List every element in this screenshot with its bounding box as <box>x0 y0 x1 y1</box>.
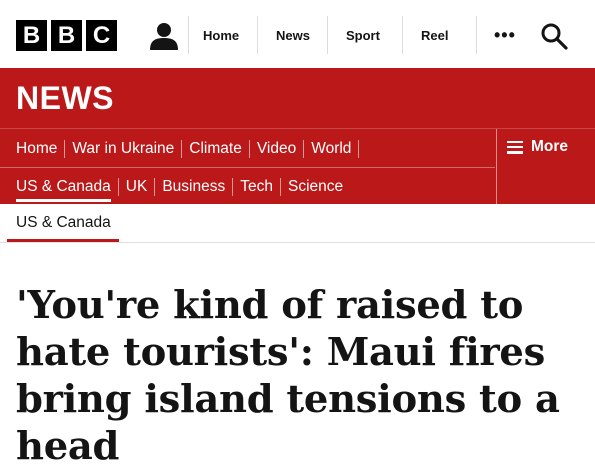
account-icon[interactable] <box>148 22 180 50</box>
nav-separator <box>154 178 156 196</box>
logo-letter: C <box>86 20 117 51</box>
search-icon[interactable] <box>540 22 568 50</box>
more-menu-area: More <box>496 129 595 205</box>
nav-row-secondary: US & Canada UK Business Tech Science <box>16 177 343 202</box>
divider <box>257 16 258 54</box>
divider <box>402 16 403 54</box>
logo-letter: B <box>16 20 47 51</box>
nav-link-climate[interactable]: Climate <box>189 140 242 158</box>
nav-link-video[interactable]: Video <box>257 140 296 158</box>
top-nav-home[interactable]: Home <box>203 28 239 43</box>
nav-link-us-canada[interactable]: US & Canada <box>16 178 111 202</box>
more-menu-button[interactable]: More <box>507 138 568 156</box>
logo-letter: B <box>51 20 82 51</box>
divider <box>188 16 189 54</box>
top-nav-reel[interactable]: Reel <box>421 28 448 43</box>
nav-row-primary: Home War in Ukraine Climate Video World <box>16 139 366 159</box>
nav-link-war-in-ukraine[interactable]: War in Ukraine <box>72 140 174 158</box>
nav-row-divider <box>0 167 495 168</box>
divider <box>327 16 328 54</box>
nav-separator <box>181 140 183 158</box>
nav-link-uk[interactable]: UK <box>126 178 148 196</box>
nav-separator <box>64 140 66 158</box>
section-rule <box>0 242 595 243</box>
top-nav-sport[interactable]: Sport <box>346 28 380 43</box>
bbc-logo[interactable]: B B C <box>16 20 117 51</box>
article-headline: 'You're kind of raised to hate tourists'… <box>16 283 560 469</box>
nav-link-tech[interactable]: Tech <box>240 178 273 196</box>
nav-link-world[interactable]: World <box>311 140 351 158</box>
divider <box>476 16 477 54</box>
nav-link-home[interactable]: Home <box>16 140 57 158</box>
nav-separator <box>248 140 250 158</box>
more-label: More <box>531 138 569 155</box>
news-section-nav: Home War in Ukraine Climate Video World … <box>0 128 595 205</box>
nav-separator <box>279 178 281 196</box>
global-header: B B C Home News Sport Reel ••• <box>0 0 595 68</box>
news-brand-link[interactable]: NEWS <box>16 80 114 117</box>
nav-separator <box>232 178 234 196</box>
ellipsis-icon[interactable]: ••• <box>494 26 516 44</box>
nav-separator <box>358 140 360 158</box>
news-banner: NEWS <box>0 68 595 128</box>
nav-separator <box>117 178 119 196</box>
hamburger-icon <box>507 140 523 154</box>
nav-link-business[interactable]: Business <box>162 178 225 196</box>
nav-separator <box>303 140 305 158</box>
top-nav-news[interactable]: News <box>276 28 310 43</box>
section-tag-us-canada[interactable]: US & Canada <box>16 214 111 232</box>
nav-link-science[interactable]: Science <box>288 178 343 196</box>
